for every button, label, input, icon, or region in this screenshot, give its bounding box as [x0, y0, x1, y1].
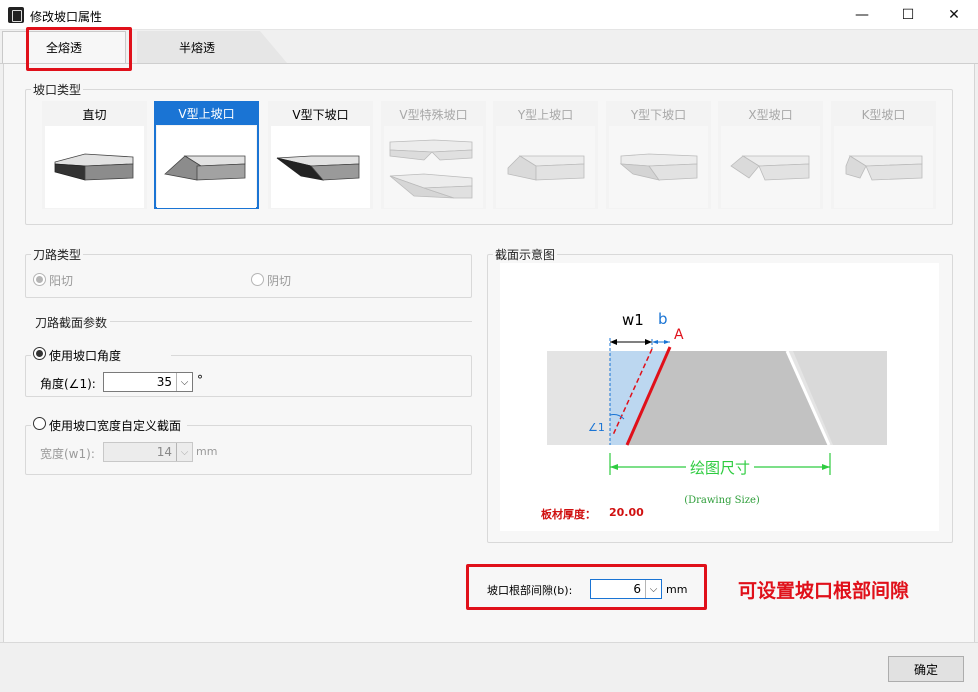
- root-gap-value[interactable]: 6: [591, 580, 645, 598]
- root-gap-label: 坡口根部间隙(b):: [487, 584, 573, 597]
- angle-value: 35: [156, 375, 172, 389]
- point-a-label: A: [674, 327, 684, 343]
- maximize-icon[interactable]: ☐: [885, 0, 931, 30]
- groove-card-label: V型特殊坡口: [399, 108, 468, 122]
- tab-label: 半熔透: [178, 40, 215, 55]
- b-label: b: [658, 310, 668, 328]
- diagram-title: 截面示意图: [493, 246, 558, 263]
- section-params-separator: [110, 321, 472, 322]
- straight-cut-icon: [45, 126, 144, 208]
- groove-card-label: 直切: [82, 108, 107, 122]
- use-angle-label: 使用坡口角度: [49, 349, 122, 363]
- tab-half-penetration[interactable]: 半熔透: [137, 31, 287, 63]
- groove-card-x: X型坡口: [718, 101, 823, 209]
- angle-label: 角度(∠1):: [40, 377, 96, 391]
- radio-positive-cut[interactable]: [33, 273, 46, 286]
- groove-card-label: Y型上坡口: [517, 108, 574, 122]
- groove-card-v-lower[interactable]: V型下坡口: [268, 101, 373, 209]
- chevron-down-icon[interactable]: ⌵: [176, 373, 192, 391]
- app-icon: [8, 7, 24, 23]
- v-lower-bevel-icon: [271, 126, 370, 208]
- tool-path-title: 刀路类型: [31, 246, 84, 263]
- highlight-box-tab: [26, 27, 132, 71]
- groove-card-v-upper[interactable]: V型上坡口: [154, 101, 259, 209]
- groove-card-v-special: V型特殊坡口: [381, 101, 486, 209]
- ok-button[interactable]: 确定: [888, 656, 964, 682]
- angle-unit: °: [197, 373, 203, 387]
- groove-card-label: V型上坡口: [156, 103, 257, 125]
- angle-1-label: ∠1: [588, 421, 605, 434]
- minimize-icon[interactable]: —: [839, 0, 885, 30]
- chevron-down-icon[interactable]: ⌵: [645, 580, 661, 598]
- positive-cut-label: 阳切: [49, 274, 74, 288]
- radio-use-width[interactable]: [33, 417, 46, 430]
- drawing-size-label: 绘图尺寸: [689, 459, 750, 477]
- footer-separator: [0, 642, 978, 643]
- use-width-label: 使用坡口宽度自定义截面: [49, 419, 182, 433]
- radio-negative-cut[interactable]: [251, 273, 264, 286]
- drawing-size-en-label: (Drawing Size): [684, 495, 760, 506]
- root-gap-combo[interactable]: 6 ⌵: [590, 579, 662, 599]
- section-params-title: 刀路截面参数: [33, 314, 110, 331]
- width-unit: mm: [196, 445, 218, 458]
- angle-combo[interactable]: 35 ⌵: [103, 372, 193, 392]
- section-diagram: w1 b A ∠1 绘图尺寸 (Drawing Size) 板材厚度： 20.0…: [500, 263, 939, 531]
- y-upper-bevel-icon: [496, 126, 595, 208]
- width-label: 宽度(w1):: [40, 447, 95, 461]
- width-value: 14: [156, 445, 172, 459]
- thickness-value: 20.00: [609, 506, 644, 519]
- chevron-down-icon: ⌵: [176, 443, 192, 461]
- groove-card-straight[interactable]: 直切: [42, 101, 147, 209]
- width-combo: 14 ⌵: [103, 442, 193, 462]
- v-special-bevel-icon: [384, 126, 483, 208]
- groove-card-label: X型坡口: [748, 108, 793, 122]
- thickness-label: 板材厚度：: [541, 508, 596, 521]
- groove-card-label: Y型下坡口: [630, 108, 687, 122]
- w1-label: w1: [622, 311, 644, 329]
- groove-card-label: K型坡口: [861, 108, 906, 122]
- title-bar: [0, 0, 978, 30]
- annotation-text: 可设置坡口根部间隙: [738, 580, 910, 602]
- window-title: 修改坡口属性: [30, 10, 103, 24]
- k-bevel-icon: [834, 126, 933, 208]
- x-bevel-icon: [721, 126, 820, 208]
- groove-type-title: 坡口类型: [31, 81, 84, 98]
- radio-use-angle[interactable]: [33, 347, 46, 360]
- v-upper-bevel-icon: [157, 126, 256, 208]
- groove-card-y-upper: Y型上坡口: [493, 101, 598, 209]
- tool-path-group: [25, 254, 472, 298]
- groove-card-y-lower: Y型下坡口: [606, 101, 711, 209]
- groove-card-label: V型下坡口: [292, 108, 349, 122]
- y-lower-bevel-icon: [609, 126, 708, 208]
- groove-card-k: K型坡口: [831, 101, 936, 209]
- root-gap-unit: mm: [666, 583, 688, 596]
- negative-cut-label: 阴切: [267, 274, 292, 288]
- close-icon[interactable]: ✕: [931, 0, 977, 30]
